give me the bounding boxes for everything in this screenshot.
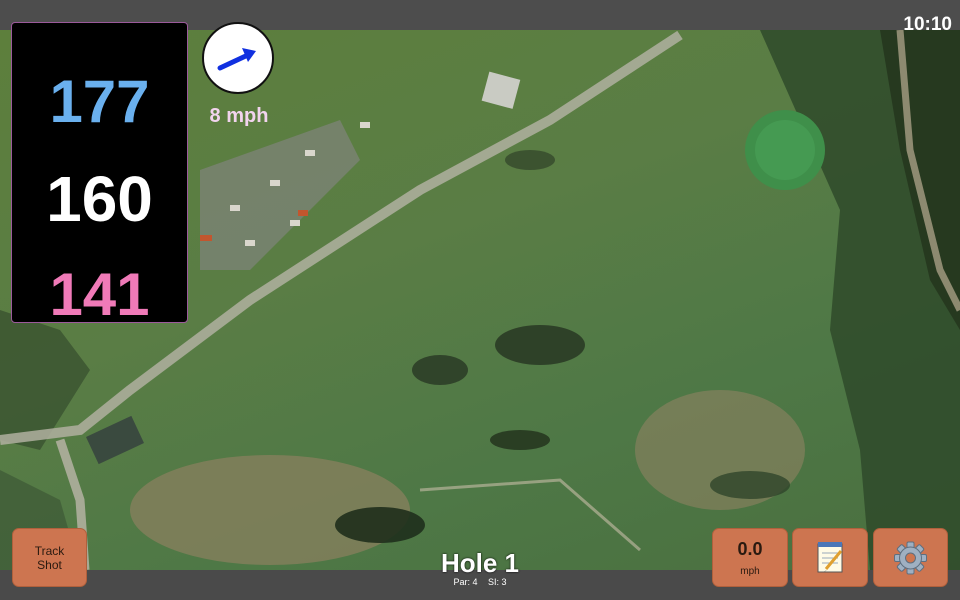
notes-button[interactable] (792, 528, 868, 587)
back-distance: 177 (49, 68, 150, 135)
settings-button[interactable] (873, 528, 948, 587)
track-shot-button[interactable]: Track Shot (12, 528, 87, 587)
hole-stroke-index: SI: 3 (488, 577, 507, 587)
wind-speed: 8 mph (209, 105, 269, 127)
hole-par: Par: 4 (453, 577, 478, 587)
speed-button[interactable]: 0.0 mph (712, 528, 788, 587)
notepad-icon (817, 542, 843, 573)
wind-arrow-icon (217, 48, 256, 71)
hole-title: Hole 1 (440, 548, 520, 578)
speed-unit: mph (740, 566, 760, 577)
hole-info: Par: 4 SI: 3 (380, 577, 580, 587)
wind-direction-dial (202, 22, 274, 94)
speed-value: 0.0 (737, 539, 763, 559)
distance-panel[interactable]: 177 160 141 (11, 22, 188, 328)
front-distance: 141 (49, 261, 150, 328)
track-shot-label-line2: Shot (37, 557, 62, 572)
middle-distance: 160 (46, 163, 153, 235)
gear-icon (894, 541, 927, 575)
track-shot-label-line1: Track (34, 543, 65, 558)
